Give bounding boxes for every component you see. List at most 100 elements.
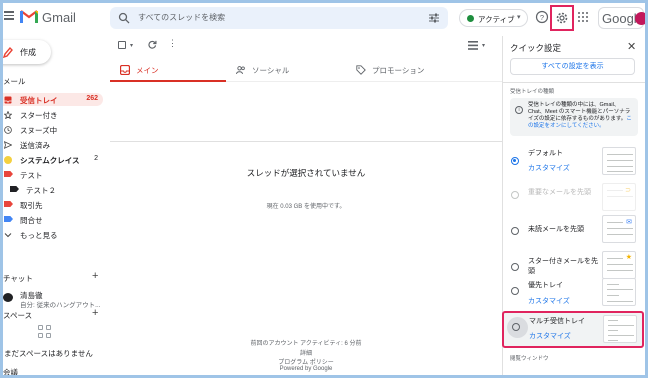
add-space-icon[interactable]: + [92,307,98,319]
preview-thumbnail [602,147,636,175]
sidebar-item-label-inquiries[interactable]: 問合せ [0,213,103,226]
customize-link[interactable]: カスタマイズ [528,296,570,306]
close-icon[interactable]: ✕ [627,40,636,53]
sidebar-item-label: 問合せ [20,216,43,225]
star-icon [4,111,12,119]
tab-label: メイン [136,66,159,75]
status-label: アクティブ [478,15,515,24]
sidebar-item-label: スヌーズ中 [20,126,58,135]
search-options-icon[interactable] [428,12,440,24]
settings-button[interactable] [550,5,574,31]
sidebar-item-label: テスト２ [26,186,56,195]
sidebar-item-label: テスト [20,171,43,180]
label-icon [10,186,19,194]
refresh-icon[interactable] [148,40,157,49]
status-selector[interactable]: アクティブ ▾ [459,9,528,27]
gmail-logo[interactable] [20,9,38,23]
details-link[interactable]: 詳細 [110,348,502,357]
meet-section-header: 会議 [3,368,18,377]
spaces-section-header: スペース [3,311,33,320]
clock-icon [4,126,12,134]
sidebar-item-label-system[interactable]: システムクレイス 2 [0,153,103,166]
info-icon: i [515,106,523,114]
search-placeholder: すべてのスレッドを検索 [138,13,226,22]
google-account-button[interactable]: Google [598,7,648,29]
app-name: Gmail [42,10,76,25]
select-dropdown-icon[interactable]: ▾ [130,42,133,49]
svg-text:?: ? [540,13,544,22]
powered-by: Powered by Google [279,366,333,372]
sidebar-item-label-test2[interactable]: テスト２ [0,183,103,196]
help-icon[interactable]: ? [535,10,549,24]
search-icon[interactable] [118,12,130,24]
sidebar-item-inbox[interactable]: 受信トレイ 262 [0,93,103,106]
preview-thumbnail [603,315,637,343]
option-label: スター付きメールを先頭 [528,258,598,275]
top-header: Gmail すべてのスレッドを検索 アクティブ ▾ ? Google [0,0,648,36]
tab-primary[interactable]: メイン [110,58,226,82]
radio-button [511,191,519,199]
sidebar-item-label: もっと見る [20,231,58,240]
empty-state-message: スレッドが選択されていません [246,168,366,178]
option-label: 重要なメールを先頭 [528,189,591,196]
sidebar-item-label: 取引先 [20,201,43,210]
radio-button[interactable] [511,227,519,235]
info-notice: i 受信トレイの種類の中には、Gmail、Chat、Meet のスマート機能とパ… [510,98,638,136]
customize-link[interactable]: カスタマイズ [528,163,570,173]
add-chat-icon[interactable]: + [92,270,98,282]
search-bar[interactable]: すべてのスレッドを検索 [110,7,448,29]
tab-promotions[interactable]: プロモーション [346,58,476,82]
label-icon [4,171,13,179]
avatar [3,293,13,302]
all-settings-button[interactable]: すべての設定を表示 [510,58,635,75]
spaces-icon [38,325,52,339]
option-label: 優先トレイ [528,282,563,289]
sidebar-item-label: システムクレイス [20,156,80,165]
sidebar-item-label-test[interactable]: テスト [0,168,103,181]
unread-count: 2 [94,155,98,162]
mail-icon: ✉ [626,219,632,226]
tab-label: プロモーション [372,66,425,75]
main-menu-icon[interactable] [4,11,14,20]
avatar[interactable] [635,12,648,25]
chevron-down-icon [4,233,12,238]
inbox-tab-icon [120,65,130,75]
customize-link[interactable]: カスタマイズ [529,331,571,341]
panel-title: クイック設定 [510,43,562,53]
inbox-option-multiple[interactable]: マルチ受信トレイ カスタマイズ [502,311,644,348]
option-label: マルチ受信トレイ [529,318,585,325]
inbox-option-important-first: 重要なメールを先頭 ⊃ [503,182,648,214]
preview-thumbnail [602,278,636,306]
last-activity: 前回のアカウント アクティビティ: 6 分前 [250,341,362,347]
select-all-checkbox[interactable] [118,41,126,49]
program-policy-link[interactable]: プログラム ポリシー [110,357,502,366]
inbox-option-unread-first[interactable]: 未読メールを先頭 ✉ [503,214,648,246]
preview-thumbnail: ⊃ [602,183,636,211]
inbox-option-default[interactable]: デフォルト カスタマイズ [503,146,648,178]
sidebar-item-label-clients[interactable]: 取引先 [0,198,103,211]
sidebar-item-label: スター付き [20,111,58,120]
radio-button[interactable] [511,157,519,165]
send-icon [4,141,12,149]
sidebar-item-starred[interactable]: スター付き [0,108,103,121]
radio-button[interactable] [511,263,519,271]
sidebar-item-more[interactable]: もっと見る [0,228,103,241]
radio-button[interactable] [511,287,519,295]
density-icon[interactable] [468,41,480,50]
sidebar-item-sent[interactable]: 送信済み [0,138,103,151]
inbox-option-priority[interactable]: 優先トレイ カスタマイズ [503,278,648,311]
compose-label: 作成 [20,48,36,57]
divider [503,82,648,83]
spaces-empty-text: まだスペースはありません [4,349,93,358]
tab-label: ソーシャル [252,66,290,75]
apps-grid-icon[interactable] [578,12,588,22]
more-options-icon[interactable]: ⋮ [168,38,177,49]
chat-contact-status: 自分: 従来のハングアウト... [20,302,101,309]
tab-social[interactable]: ソーシャル [226,58,346,82]
density-dropdown-icon[interactable]: ▾ [482,42,485,49]
compose-button[interactable]: 作成 [0,40,51,64]
radio-button[interactable] [512,323,520,331]
status-dot [467,15,474,22]
tag-icon [356,65,366,75]
sidebar-item-snoozed[interactable]: スヌーズ中 [0,123,103,136]
